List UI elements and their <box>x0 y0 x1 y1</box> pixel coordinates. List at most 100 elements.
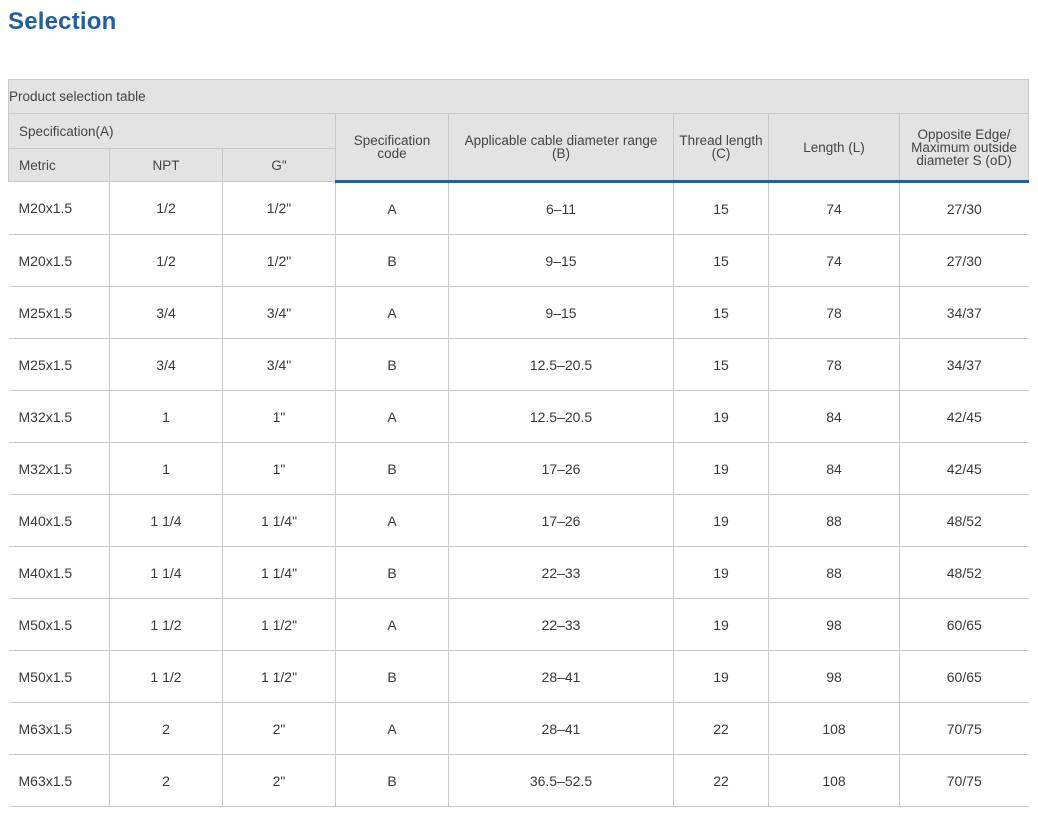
opposite-edge-cell: 60/65 <box>898 650 1029 703</box>
thread-length-cell: 15 <box>673 181 769 235</box>
cable-range-cell: 9–15 <box>448 234 674 287</box>
g-cell: 1/2" <box>222 234 336 287</box>
opposite-edge-cell: 42/45 <box>898 390 1029 443</box>
spec-code-cell: B <box>335 650 449 703</box>
opposite-edge-cell: 27/30 <box>898 234 1029 287</box>
npt-cell: 3/4 <box>109 338 223 391</box>
g-cell: 2" <box>222 702 336 755</box>
cable-range-cell: 28–41 <box>448 702 674 755</box>
g-cell: 3/4" <box>222 286 336 339</box>
length-cell: 78 <box>768 286 900 339</box>
table-row: M40x1.5 1 1/4 1 1/4" B 22–33 19 88 48/52 <box>8 546 1029 599</box>
npt-cell: 1 <box>109 390 223 443</box>
g-header: G" <box>222 148 336 182</box>
g-cell: 1 1/4" <box>222 494 336 547</box>
metric-cell: M63x1.5 <box>8 702 110 755</box>
npt-cell: 1/2 <box>109 234 223 287</box>
metric-cell: M50x1.5 <box>8 650 110 703</box>
thread-length-line2: (C) <box>711 146 731 161</box>
g-cell: 1 1/2" <box>222 598 336 651</box>
cable-range-line2: (B) <box>552 146 570 161</box>
length-cell: 88 <box>768 546 900 599</box>
opposite-edge-cell: 70/75 <box>898 754 1029 807</box>
table-row: M50x1.5 1 1/2 1 1/2" B 28–41 19 98 60/65 <box>8 650 1029 703</box>
page-title: Selection <box>8 8 117 35</box>
table-row: M25x1.5 3/4 3/4" A 9–15 15 78 34/37 <box>8 286 1029 339</box>
opposite-edge-cell: 48/52 <box>898 494 1029 547</box>
metric-cell: M63x1.5 <box>8 754 110 807</box>
cable-range-cell: 36.5–52.5 <box>448 754 674 807</box>
cable-range-cell: 28–41 <box>448 650 674 703</box>
spec-code-cell: B <box>335 546 449 599</box>
spec-code-line2: code <box>377 146 407 161</box>
metric-cell: M25x1.5 <box>8 338 110 391</box>
specification-a-header: Specification(A) <box>8 113 336 149</box>
cable-range-header: Applicable cable diameter range (B) <box>448 113 674 183</box>
thread-length-cell: 15 <box>673 286 769 339</box>
length-cell: 88 <box>768 494 900 547</box>
specification-code-header: Specification code <box>335 113 449 183</box>
spec-code-cell: B <box>335 442 449 495</box>
thread-length-cell: 15 <box>673 338 769 391</box>
g-cell: 1/2" <box>222 181 336 235</box>
thread-length-cell: 19 <box>673 650 769 703</box>
metric-cell: M40x1.5 <box>8 546 110 599</box>
length-cell: 98 <box>768 598 900 651</box>
length-cell: 98 <box>768 650 900 703</box>
metric-cell: M20x1.5 <box>8 181 110 235</box>
table-row: M20x1.5 1/2 1/2" B 9–15 15 74 27/30 <box>8 234 1029 287</box>
thread-length-cell: 19 <box>673 546 769 599</box>
g-cell: 2" <box>222 754 336 807</box>
npt-cell: 1 <box>109 442 223 495</box>
npt-cell: 2 <box>109 702 223 755</box>
cable-range-cell: 12.5–20.5 <box>448 390 674 443</box>
length-cell: 74 <box>768 181 900 235</box>
npt-cell: 3/4 <box>109 286 223 339</box>
metric-cell: M32x1.5 <box>8 442 110 495</box>
spec-code-cell: A <box>335 702 449 755</box>
opposite-edge-cell: 70/75 <box>898 702 1029 755</box>
spec-code-cell: A <box>335 598 449 651</box>
length-cell: 78 <box>768 338 900 391</box>
table-row: M25x1.5 3/4 3/4" B 12.5–20.5 15 78 34/37 <box>8 338 1029 391</box>
length-cell: 108 <box>768 754 900 807</box>
length-cell: 108 <box>768 702 900 755</box>
spec-code-cell: A <box>335 181 449 235</box>
table-row: M63x1.5 2 2" A 28–41 22 108 70/75 <box>8 702 1029 755</box>
opposite-edge-cell: 42/45 <box>898 442 1029 495</box>
opposite-edge-cell: 27/30 <box>898 181 1029 235</box>
thread-length-cell: 22 <box>673 754 769 807</box>
thread-length-cell: 19 <box>673 494 769 547</box>
opposite-edge-cell: 34/37 <box>898 338 1029 391</box>
npt-header: NPT <box>109 148 223 182</box>
table-caption: Product selection table <box>7 79 1030 114</box>
thread-length-cell: 15 <box>673 234 769 287</box>
g-cell: 1 1/4" <box>222 546 336 599</box>
thread-length-cell: 19 <box>673 442 769 495</box>
spec-code-cell: B <box>335 338 449 391</box>
npt-cell: 1 1/4 <box>109 546 223 599</box>
metric-header: Metric <box>8 148 110 182</box>
cable-range-cell: 6–11 <box>448 181 674 235</box>
metric-cell: M25x1.5 <box>8 286 110 339</box>
length-cell: 74 <box>768 234 900 287</box>
npt-cell: 1 1/2 <box>109 598 223 651</box>
metric-cell: M40x1.5 <box>8 494 110 547</box>
npt-cell: 1 1/4 <box>109 494 223 547</box>
opposite-edge-header: Opposite Edge/ Maximum outside diameter … <box>898 113 1030 183</box>
product-selection-table: Product selection table Specification(A)… <box>7 79 1030 807</box>
g-cell: 1" <box>222 442 336 495</box>
table-row: M20x1.5 1/2 1/2" A 6–11 15 74 27/30 <box>8 181 1029 235</box>
thread-length-cell: 19 <box>673 598 769 651</box>
thread-length-cell: 19 <box>673 390 769 443</box>
table-row: M32x1.5 1 1" A 12.5–20.5 19 84 42/45 <box>8 390 1029 443</box>
metric-cell: M50x1.5 <box>8 598 110 651</box>
g-cell: 1 1/2" <box>222 650 336 703</box>
g-cell: 1" <box>222 390 336 443</box>
cable-range-cell: 12.5–20.5 <box>448 338 674 391</box>
table-row: M63x1.5 2 2" B 36.5–52.5 22 108 70/75 <box>8 754 1029 807</box>
opposite-edge-line3: diameter S (oD) <box>916 152 1012 168</box>
table-row: M50x1.5 1 1/2 1 1/2" A 22–33 19 98 60/65 <box>8 598 1029 651</box>
length-cell: 84 <box>768 442 900 495</box>
g-cell: 3/4" <box>222 338 336 391</box>
